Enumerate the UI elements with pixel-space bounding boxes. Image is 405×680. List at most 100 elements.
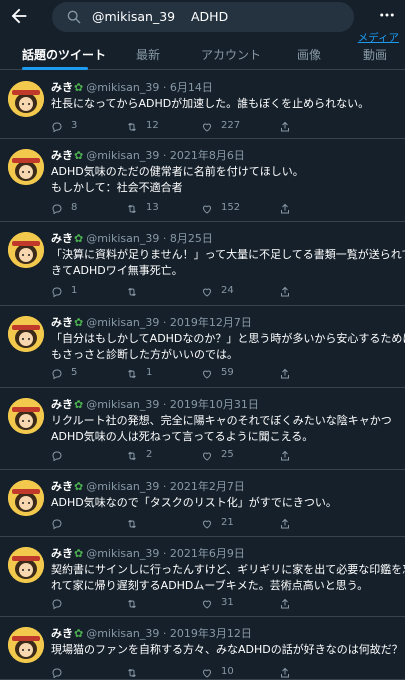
tab-latest[interactable]: 最新 [136, 46, 160, 63]
tweet-text: 現場猫のファンを自称する方々、みなADHDの話が好きなのは何故だ？ [51, 643, 403, 656]
retweet-count: 1 [146, 367, 153, 378]
like-count: 152 [221, 202, 241, 213]
sprout-icon: ✿ [74, 398, 84, 411]
author-handle-date[interactable]: @mikisan_39 · 2019年3月12日 [86, 627, 252, 640]
reply-icon [52, 122, 62, 133]
tweet-actions: 8 13 152 [51, 201, 391, 217]
sprout-icon: ✿ [74, 480, 84, 493]
tab-top[interactable]: 話題のツイート [22, 46, 106, 63]
author-name[interactable]: みき [51, 480, 73, 493]
author-name[interactable]: みき [51, 316, 73, 329]
retweet-icon [128, 451, 136, 461]
author-name[interactable]: みき [51, 547, 73, 560]
tweet-actions: 3 12 227 [51, 119, 391, 135]
tweet[interactable]: みき✿ @mikisan_39 · 2019年3月12日 現場猫のファンを自称する… [0, 617, 405, 680]
reply-icon [52, 204, 62, 215]
like-icon [202, 370, 212, 379]
like-count: 59 [221, 367, 234, 378]
author-handle-date[interactable]: @mikisan_39 · 8月25日 [86, 232, 213, 245]
tweet[interactable]: みき✿ @mikisan_39 · 2021年6月9日 契約書にサインしに行ったん… [0, 537, 405, 617]
author-name[interactable]: みき [51, 232, 73, 245]
author-name[interactable]: みき [51, 149, 73, 162]
share-icon [281, 368, 289, 379]
like-count: 25 [221, 449, 234, 460]
tweet[interactable]: みき✿ @mikisan_39 · 2019年12月7日 「自分はもしかしてADH… [0, 306, 405, 388]
author-handle-date[interactable]: @mikisan_39 · 2021年2月7日 [86, 480, 245, 493]
tweet[interactable]: みき✿ @mikisan_39 · 8月25日 「決算に資料が足りません！」って大… [0, 222, 405, 306]
tweet[interactable]: みき✿ @mikisan_39 · 2021年8月6日 ADHD気味のただの健常者… [0, 139, 405, 222]
like-count: 10 [221, 666, 234, 677]
avatar-image [8, 547, 44, 583]
share-icon [281, 121, 289, 132]
author-handle-date[interactable]: @mikisan_39 · 2021年8月6日 [86, 149, 245, 162]
avatar-image [8, 149, 44, 185]
avatar[interactable] [8, 81, 44, 117]
search-tabs: 話題のツイート 最新 アカウント 画像 動画 [0, 38, 405, 70]
search-box[interactable]: @mikisan_39 ADHD [52, 2, 354, 32]
tweet-header: みき✿ @mikisan_39 · 8月25日 [51, 230, 213, 246]
avatar[interactable] [8, 232, 44, 268]
author-name[interactable]: みき [51, 81, 73, 94]
like-icon [202, 123, 212, 132]
avatar[interactable] [8, 480, 44, 516]
reply-count: 5 [71, 367, 78, 378]
avatar[interactable] [8, 149, 44, 185]
tab-images[interactable]: 画像 [297, 46, 321, 63]
retweet-icon [128, 519, 136, 529]
avatar-image [8, 81, 44, 117]
tweet-actions: 2 25 [51, 448, 391, 464]
like-count: 21 [221, 517, 234, 528]
tweet-actions: 31 [51, 596, 391, 612]
share-icon [281, 598, 289, 609]
tweet-header: みき✿ @mikisan_39 · 2019年12月7日 [51, 314, 252, 330]
avatar[interactable] [8, 627, 44, 663]
sprout-icon: ✿ [74, 232, 84, 245]
reply-icon [52, 451, 62, 462]
tweet[interactable]: みき✿ @mikisan_39 · 2019年10月31日 リクルート社の発想、完… [0, 388, 405, 470]
avatar[interactable] [8, 316, 44, 352]
share-icon [281, 667, 289, 678]
like-count: 24 [221, 285, 234, 296]
tweet-header: みき✿ @mikisan_39 · 2019年3月12日 [51, 625, 252, 641]
author-name[interactable]: みき [51, 627, 73, 640]
tweet[interactable]: みき✿ @mikisan_39 · 6月14日 社長になってからADHDが加速した… [0, 71, 405, 139]
author-handle-date[interactable]: @mikisan_39 · 2021年6月9日 [86, 547, 245, 560]
avatar[interactable] [8, 398, 44, 434]
sprout-icon: ✿ [74, 81, 84, 94]
avatar-image [8, 627, 44, 663]
share-icon [281, 203, 289, 214]
like-icon [202, 205, 212, 214]
tweet-actions: 10 [51, 665, 391, 680]
search-input[interactable]: @mikisan_39 ADHD [92, 9, 228, 24]
retweet-icon [128, 599, 136, 609]
like-icon [202, 288, 212, 297]
like-count: 227 [221, 120, 241, 131]
avatar-image [8, 398, 44, 434]
back-arrow-icon[interactable] [8, 5, 30, 27]
author-handle-date[interactable]: @mikisan_39 · 6月14日 [86, 81, 213, 94]
tweet-actions: 5 1 59 [51, 366, 391, 382]
author-name[interactable]: みき [51, 398, 73, 411]
tweet-header: みき✿ @mikisan_39 · 2021年8月6日 [51, 147, 245, 163]
author-handle-date[interactable]: @mikisan_39 · 2019年10月31日 [86, 398, 259, 411]
reply-icon [52, 519, 62, 530]
more-icon[interactable] [378, 6, 396, 24]
tweet-actions: 21 [51, 516, 391, 532]
like-icon [202, 669, 212, 678]
sprout-icon: ✿ [74, 627, 84, 640]
tab-videos[interactable]: 動画 [363, 46, 387, 63]
tweet-header: みき✿ @mikisan_39 · 2019年10月31日 [51, 396, 259, 412]
author-handle-date[interactable]: @mikisan_39 · 2019年12月7日 [86, 316, 252, 329]
share-icon [281, 518, 289, 529]
retweet-icon [128, 287, 136, 297]
retweet-count: 12 [146, 120, 159, 131]
reply-count: 1 [71, 285, 78, 296]
retweet-icon [128, 668, 136, 678]
tab-accounts[interactable]: アカウント [201, 46, 261, 63]
tweet[interactable]: みき✿ @mikisan_39 · 2021年2月7日 ADHD気味なので「タスク… [0, 470, 405, 537]
reply-count: 3 [71, 120, 78, 131]
tweet-text: 「自分はもしかしてADHDなのか？」と思う時が多いから安心するために もさっさと… [51, 332, 405, 361]
reply-count: 8 [71, 202, 78, 213]
avatar[interactable] [8, 547, 44, 583]
share-icon [281, 286, 289, 297]
